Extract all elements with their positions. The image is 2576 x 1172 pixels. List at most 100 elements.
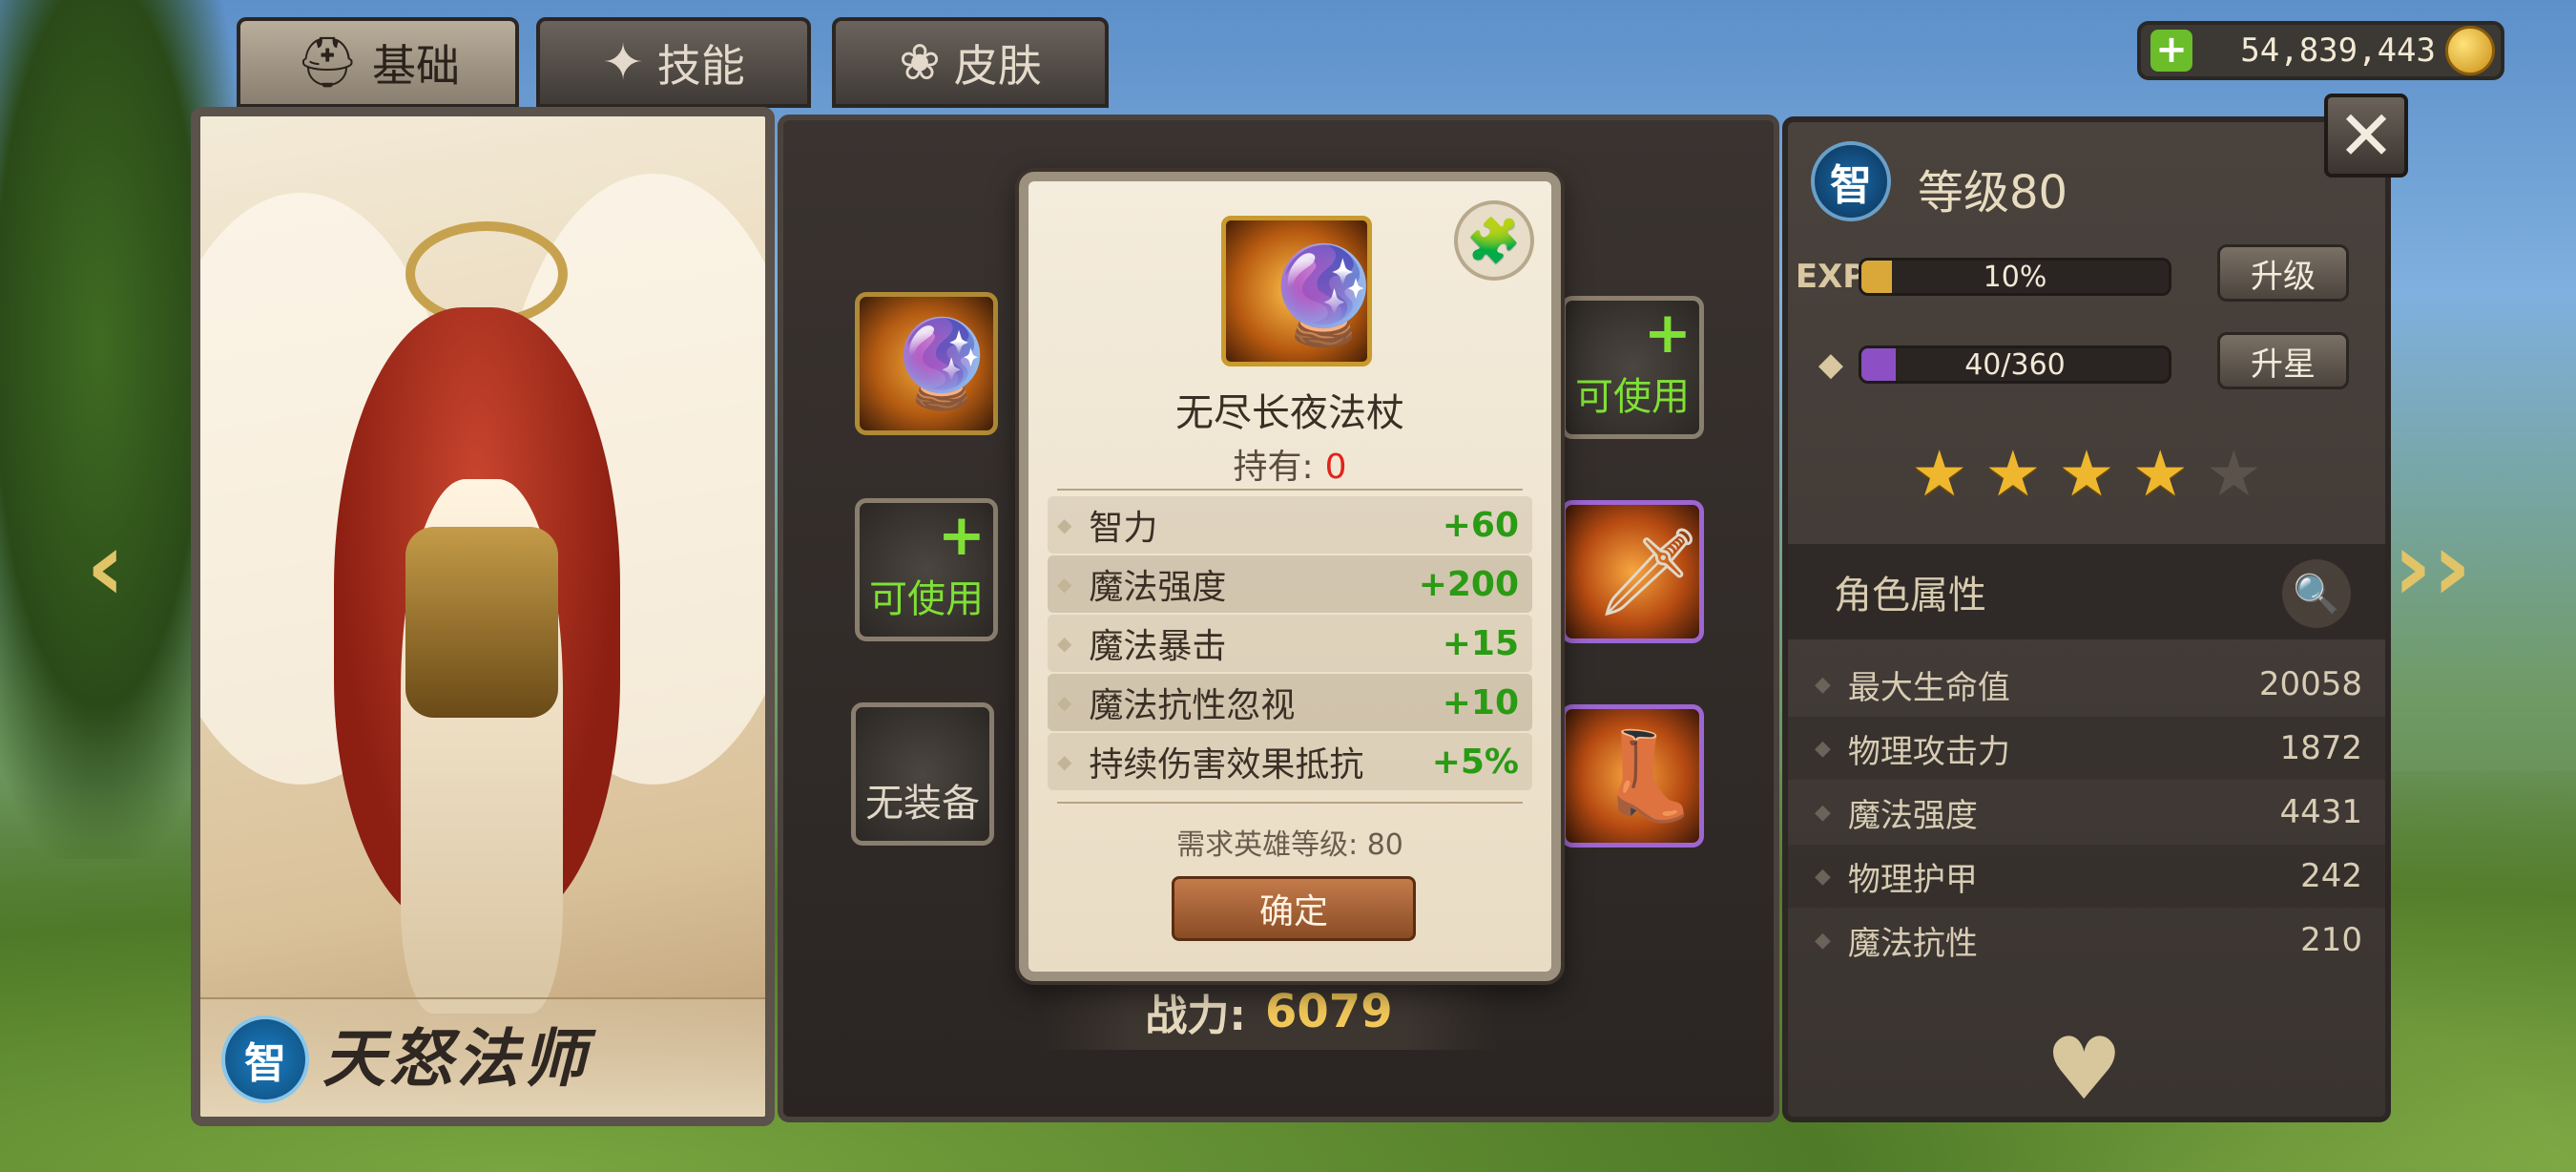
stats-class-badge: 智 <box>1811 141 1891 221</box>
diamond-bullet-icon: ◆ <box>1815 928 1831 952</box>
slot-empty-label: 无装备 <box>865 782 980 826</box>
star-up-button[interactable]: 升星 <box>2217 332 2349 389</box>
plus-icon: + <box>937 502 986 569</box>
search-icon: 🔍 <box>2293 572 2340 617</box>
diamond-bullet-icon: ◆ <box>1057 632 1072 655</box>
exp-bar: 10% <box>1859 258 2171 296</box>
item-stat-value: +60 <box>1442 505 1519 545</box>
tab-basic-label: 基础 <box>372 39 460 92</box>
next-hero-arrow-icon[interactable]: ›› <box>2393 511 2471 622</box>
combat-power-value: 6079 <box>1265 985 1393 1038</box>
equip-slot-empty[interactable]: 无装备 <box>851 702 994 846</box>
upgrade-button[interactable]: 升级 <box>2217 244 2349 302</box>
star-rating: ★ ★ ★ ★ ★ <box>1788 437 2385 511</box>
close-icon: ✕ <box>2337 95 2396 176</box>
helmet-icon: ⛑ <box>295 34 359 92</box>
attribute-row: ◆ 物理护甲 242 <box>1788 845 2385 908</box>
equip-slot-available-left[interactable]: + 可使用 <box>855 498 998 641</box>
star-filled-icon: ★ <box>2058 437 2115 511</box>
attribute-value: 210 <box>2300 921 2362 959</box>
star-empty-icon: ★ <box>2205 437 2262 511</box>
item-name: 无尽长夜法杖 <box>1175 391 1404 435</box>
skin-icon: ❀ <box>899 33 941 92</box>
hero-name-strip: 智 天怒法师 <box>200 997 765 1117</box>
item-detail-popup: 🔮 🧩 无尽长夜法杖 持有: 0 ◆ 智力 +60 ◆ 魔法强度 +200 ◆ 魔法暴击 +15 ◆… <box>1019 172 1561 981</box>
diamond-bullet-icon: ◆ <box>1815 800 1831 825</box>
attribute-row: ◆ 物理攻击力 1872 <box>1788 717 2385 780</box>
attribute-list: ◆ 最大生命值 20058 ◆ 物理攻击力 1872 ◆ 魔法强度 4431 ◆ 物理护甲 242 ◆ 魔… <box>1788 653 2385 977</box>
owned-label: 持有: <box>1233 448 1314 487</box>
combat-power-label: 战力: <box>1145 992 1246 1040</box>
combat-power: 战力: 6079 <box>1040 973 1498 1050</box>
attribute-row: ◆ 魔法抗性 210 <box>1788 909 2385 972</box>
heart-icon[interactable]: ♥ <box>2046 1019 2123 1120</box>
prev-hero-arrow-icon[interactable]: ‹ <box>86 511 125 622</box>
equip-slot-boots[interactable]: 👢 <box>1561 704 1704 848</box>
close-button[interactable]: ✕ <box>2324 94 2408 178</box>
star-filled-icon: ★ <box>1911 437 1968 511</box>
attribute-value: 20058 <box>2258 665 2362 703</box>
item-stat-name: 智力 <box>1089 509 1158 548</box>
skill-icon: ✦ <box>602 33 644 92</box>
staff-icon: 🔮 <box>1264 240 1383 351</box>
slot-available-label: 可使用 <box>869 577 984 621</box>
equip-slot-staff[interactable]: 🔮 <box>855 292 998 435</box>
boots-icon: 👢 <box>1594 726 1702 827</box>
slot-available-label: 可使用 <box>1575 375 1690 419</box>
level-requirement: 需求英雄等级: 80 <box>1176 828 1403 862</box>
diamond-bullet-icon: ◆ <box>1815 864 1831 889</box>
exp-row: EXP 10% <box>1795 252 2171 302</box>
tab-skins-label: 皮肤 <box>953 39 1042 92</box>
exp-label: EXP <box>1795 258 1867 296</box>
attribute-name: 物理攻击力 <box>1847 732 2010 771</box>
attributes-title: 角色属性 <box>1834 574 1986 617</box>
item-stat-name: 持续伤害效果抵抗 <box>1089 745 1364 785</box>
tab-basic[interactable]: ⛑ 基础 <box>237 17 519 108</box>
item-stat-value: +10 <box>1442 682 1519 722</box>
attribute-value: 4431 <box>2279 793 2362 831</box>
equip-slot-available-right[interactable]: + 可使用 <box>1561 296 1704 439</box>
soul-stone-icon: ◆ <box>1818 345 1844 384</box>
attribute-name: 物理护甲 <box>1847 860 1978 899</box>
item-stat-row: ◆ 魔法强度 +200 <box>1048 555 1532 613</box>
attribute-name: 魔法强度 <box>1847 796 1978 835</box>
dagger-icon: 🗡 <box>1594 522 1704 622</box>
hero-class-badge: 智 <box>221 1015 309 1103</box>
item-stat-row: ◆ 持续伤害效果抵抗 +5% <box>1048 733 1532 790</box>
tab-skills-label: 技能 <box>656 39 745 92</box>
attribute-name: 魔法抗性 <box>1847 924 1978 963</box>
item-stat-list: ◆ 智力 +60 ◆ 魔法强度 +200 ◆ 魔法暴击 +15 ◆ 魔法抗性忽视 +10 ◆ 持续伤害效果… <box>1048 496 1532 792</box>
plus-icon: + <box>1643 300 1692 366</box>
tab-skills[interactable]: ✦ 技能 <box>536 17 811 108</box>
add-gold-button[interactable]: + <box>2150 30 2192 72</box>
attribute-row: ◆ 魔法强度 4431 <box>1788 781 2385 844</box>
attributes-header: 角色属性 🔍 <box>1788 544 2385 639</box>
diamond-bullet-icon: ◆ <box>1057 513 1072 536</box>
diamond-bullet-icon: ◆ <box>1057 691 1072 714</box>
attributes-search-button[interactable]: 🔍 <box>2282 559 2351 628</box>
item-stat-name: 魔法抗性忽视 <box>1089 686 1296 725</box>
stats-panel: 智 等级80 EXP 10% 升级 ◆ 40/360 升星 ★ ★ ★ ★ ★ 角色属性… <box>1782 116 2391 1122</box>
puzzle-icon: 🧩 <box>1466 214 1522 266</box>
confirm-button[interactable]: 确定 <box>1172 876 1416 941</box>
attribute-value: 242 <box>2300 857 2362 895</box>
hero-armor <box>405 527 558 718</box>
hero-name: 天怒法师 <box>322 1022 590 1096</box>
diamond-bullet-icon: ◆ <box>1815 672 1831 697</box>
attribute-row: ◆ 最大生命值 20058 <box>1788 653 2385 716</box>
gold-amount: 54,839,443 <box>2240 31 2436 70</box>
item-stat-name: 魔法强度 <box>1089 568 1227 607</box>
equip-slot-dagger[interactable]: 🗡 <box>1561 500 1704 643</box>
item-stat-row: ◆ 魔法抗性忽视 +10 <box>1048 674 1532 731</box>
diamond-bullet-icon: ◆ <box>1057 573 1072 596</box>
item-stat-value: +200 <box>1418 564 1519 604</box>
tab-skins[interactable]: ❀ 皮肤 <box>832 17 1109 108</box>
diamond-bullet-icon: ◆ <box>1057 750 1072 773</box>
item-stat-row: ◆ 魔法暴击 +15 <box>1048 615 1532 672</box>
attribute-name: 最大生命值 <box>1847 668 2010 707</box>
divider <box>1057 489 1523 491</box>
item-icon: 🔮 <box>1221 216 1383 366</box>
gold-counter: + 54,839,443 <box>2137 21 2504 80</box>
puzzle-piece-button[interactable]: 🧩 <box>1454 200 1534 281</box>
hero-level: 等级80 <box>1918 166 2068 220</box>
